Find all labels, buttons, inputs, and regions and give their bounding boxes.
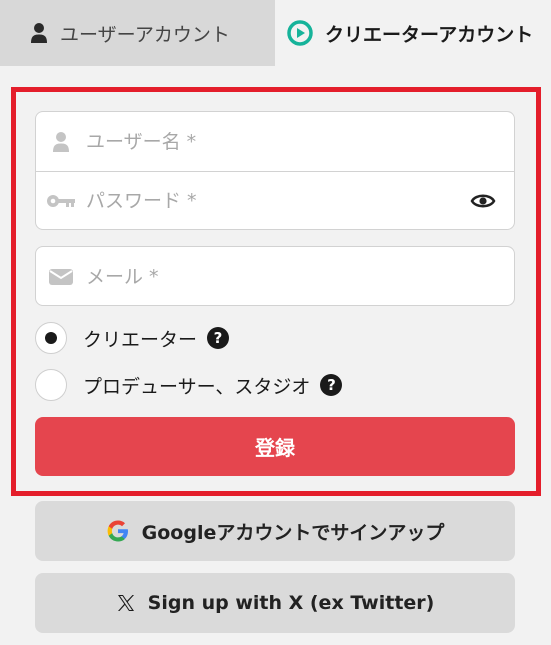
radio-creator[interactable]: [35, 322, 67, 354]
email-group: [35, 246, 515, 306]
role-option-producer: プロデューサー、スタジオ ?: [35, 368, 343, 402]
help-icon[interactable]: ?: [207, 327, 230, 349]
account-tabs: ユーザーアカウント クリエーターアカウント: [0, 0, 551, 66]
play-circle-icon: [287, 20, 313, 46]
credentials-group: [35, 111, 515, 230]
role-label-producer: プロデューサー、スタジオ: [83, 375, 311, 398]
google-signup-label: Googleアカウントでサインアップ: [141, 521, 445, 544]
register-button[interactable]: 登録: [35, 417, 515, 476]
email-input[interactable]: [86, 256, 446, 297]
signup-page: ユーザーアカウント クリエーターアカウント ユーザー名 * メール * クリエー…: [0, 0, 551, 645]
person-icon: [30, 22, 48, 44]
key-icon: [36, 193, 86, 209]
username-input[interactable]: [86, 121, 446, 162]
help-icon[interactable]: ?: [320, 374, 343, 396]
x-logo-icon: [116, 593, 136, 613]
password-input[interactable]: [86, 181, 446, 221]
password-field: [36, 171, 514, 230]
username-field: [36, 112, 514, 171]
tab-creator-account[interactable]: クリエーターアカウント: [275, 0, 551, 66]
radio-selected-dot: [45, 332, 57, 344]
google-signup-button[interactable]: Googleアカウントでサインアップ: [35, 501, 515, 561]
radio-producer[interactable]: [35, 369, 67, 401]
email-field: [36, 247, 514, 306]
envelope-icon: [36, 267, 86, 287]
role-label-creator: クリエーター: [83, 328, 198, 351]
tab-creator-label: クリエーターアカウント: [325, 23, 534, 46]
google-icon: [106, 519, 130, 543]
tab-user-label: ユーザーアカウント: [60, 23, 230, 46]
x-signup-label: Sign up with X (ex Twitter): [147, 592, 435, 614]
tab-user-account[interactable]: ユーザーアカウント: [0, 0, 275, 66]
x-signup-button[interactable]: Sign up with X (ex Twitter): [35, 573, 515, 633]
eye-icon[interactable]: [470, 190, 496, 216]
role-option-creator: クリエーター ?: [35, 321, 230, 355]
user-icon: [36, 131, 86, 153]
